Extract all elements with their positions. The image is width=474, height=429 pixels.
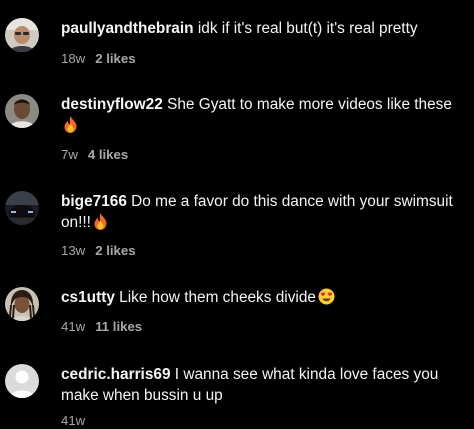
comment-text: Like how them cheeks divide — [119, 289, 316, 306]
comment-meta: 13w 2 likes — [61, 243, 136, 259]
comment-username[interactable]: cedric.harris69 — [61, 366, 171, 383]
comment-username[interactable]: paullyandthebrain — [61, 20, 194, 37]
comment-time[interactable]: 13w — [61, 243, 85, 258]
comment-text-continued: make when bussin u up — [61, 387, 223, 404]
comment-meta: 18w 2 likes — [61, 51, 136, 67]
comment-body: destinyflow22 She Gyatt to make more vid… — [61, 94, 469, 136]
comment-time[interactable]: 41w — [61, 413, 85, 428]
comment-likes[interactable]: 4 likes — [88, 147, 128, 162]
man-glasses-photo-icon — [5, 18, 39, 52]
comment-time[interactable]: 18w — [61, 51, 85, 66]
avatar[interactable] — [5, 191, 39, 225]
comment-likes[interactable]: 11 likes — [95, 319, 142, 334]
comment-time[interactable]: 41w — [61, 319, 85, 334]
comment-text: She Gyatt to make more videos like these — [167, 96, 452, 113]
man-dreadlocks-photo-icon — [5, 287, 39, 321]
comment-body: cs1utty Like how them cheeks divide — [61, 287, 469, 308]
comment-body: cedric.harris69 I wanna see what kinda l… — [61, 364, 469, 406]
avatar[interactable] — [5, 287, 39, 321]
comment-time[interactable]: 7w — [61, 147, 78, 162]
comment-likes[interactable]: 2 likes — [95, 243, 135, 258]
car-photo-icon — [5, 191, 39, 225]
comment-likes[interactable]: 2 likes — [95, 51, 135, 66]
avatar[interactable] — [5, 18, 39, 52]
comment-text: idk if it's real but(t) it's real pretty — [197, 20, 418, 37]
comment-text: I wanna see what kinda love faces you — [174, 366, 439, 383]
heart-eyes-emoji-icon — [318, 288, 335, 305]
comment-username[interactable]: bige7166 — [61, 193, 127, 210]
comment-meta: 41w — [61, 413, 85, 429]
man-portrait-photo-icon — [5, 94, 39, 128]
comment-text-continued: on!!! — [61, 214, 91, 231]
comment-meta: 7w 4 likes — [61, 147, 128, 163]
comment-username[interactable]: cs1utty — [61, 289, 115, 306]
default-avatar-icon — [5, 364, 39, 398]
fire-emoji-icon — [93, 213, 108, 230]
avatar[interactable] — [5, 94, 39, 128]
comment-body: paullyandthebrain idk if it's real but(t… — [61, 18, 469, 39]
comment-meta: 41w 11 likes — [61, 319, 142, 335]
comment-username[interactable]: destinyflow22 — [61, 96, 163, 113]
fire-emoji-icon — [63, 116, 78, 133]
comment-text: Do me a favor do this dance with your sw… — [131, 193, 453, 210]
comment-body: bige7166 Do me a favor do this dance wit… — [61, 191, 469, 233]
avatar[interactable] — [5, 364, 39, 398]
